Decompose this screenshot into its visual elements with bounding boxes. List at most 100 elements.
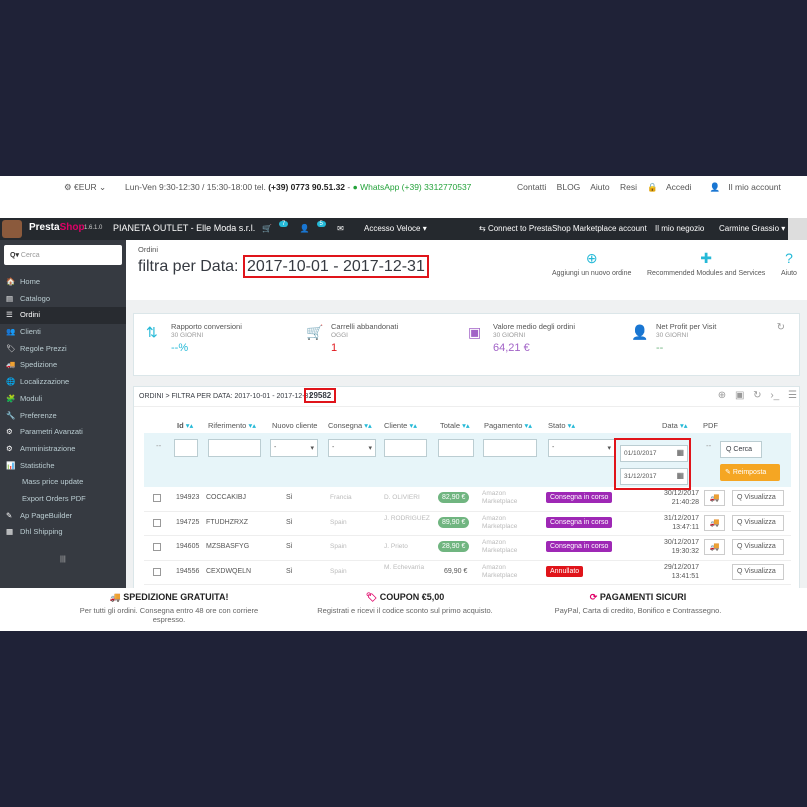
sidebar-collapse-handle[interactable]: ||| xyxy=(60,554,66,563)
sidebar-item-clienti[interactable]: 👥 Clienti xyxy=(0,324,126,341)
col-riferimento[interactable]: Riferimento ▾▴ xyxy=(208,421,256,430)
sidebar-item-ap-pagebuilder[interactable]: ✎ Ap PageBuilder xyxy=(0,508,126,525)
view-button[interactable]: Q Visualizza xyxy=(732,490,784,506)
view-button[interactable]: Q Visualizza xyxy=(732,563,784,580)
table-row[interactable]: 194556 CEXDWQELN Sì Spain M. Echevarria … xyxy=(144,561,791,585)
status-badge: Consegna in corso xyxy=(546,541,613,552)
connect-marketplace-link[interactable]: ⇆ Connect to PrestaShop Marketplace acco… xyxy=(479,224,647,233)
reset-button[interactable]: ✎ Reimposta xyxy=(720,464,780,481)
breadcrumb[interactable]: Ordini xyxy=(138,245,158,254)
sidebar-item-dhl-shipping[interactable]: ▦ Dhl Shipping xyxy=(0,524,126,541)
add-icon[interactable]: ⊕ xyxy=(718,390,726,401)
filter-total-input[interactable] xyxy=(438,439,474,457)
filter-status-select[interactable]: - ▾ xyxy=(548,439,615,457)
link-aiuto[interactable]: Aiuto xyxy=(590,182,609,192)
filter-dash: -- xyxy=(156,441,162,450)
prestashop-logo[interactable]: PrestaShop xyxy=(29,222,85,233)
col-consegna[interactable]: Consegna ▾▴ xyxy=(328,421,372,430)
col-data[interactable]: Data ▾▴ xyxy=(662,421,687,430)
version-label: 1.6.1.0 xyxy=(84,225,103,231)
avatar[interactable] xyxy=(788,218,807,240)
view-button[interactable]: Q Visualizza xyxy=(732,539,784,555)
calendar-icon[interactable]: ▦ xyxy=(676,471,684,480)
sidebar-item-ordini[interactable]: ☰ Ordini xyxy=(0,307,126,325)
sidebar-item-mass-price-update[interactable]: Mass price update xyxy=(0,474,126,491)
currency-selector[interactable]: ⚙ €EUR ⌄ xyxy=(64,182,106,193)
refresh-icon[interactable]: ↻ xyxy=(777,322,785,333)
link-accedi[interactable]: 🔒 Accedi xyxy=(647,182,699,192)
sidebar-item-catalogo[interactable]: ▤ Catalogo xyxy=(0,291,126,308)
money-icon: ▣ xyxy=(468,324,482,340)
user-icon: 👤 xyxy=(709,182,721,192)
filter-customer-input[interactable] xyxy=(384,439,427,457)
truck-icon[interactable]: 🚚 xyxy=(704,514,725,531)
truck-icon[interactable]: 🚚 xyxy=(704,539,725,555)
table-row[interactable]: 194725 FTUDHZRXZ Sì Spain J. RODRIGUEZ 8… xyxy=(144,512,791,536)
help-button[interactable]: ? Aiuto xyxy=(781,250,797,277)
sidebar-search-input[interactable]: Q▾ Cerca xyxy=(4,245,122,265)
database-icon[interactable]: ☰ xyxy=(788,390,797,401)
date-from-input[interactable]: 01/10/2017 ▦ xyxy=(620,445,688,462)
truck-icon: 🚚 xyxy=(109,592,121,602)
quick-access-menu[interactable]: Accesso Veloce ▾ xyxy=(364,224,427,233)
link-blog[interactable]: BLOG xyxy=(557,182,581,192)
sidebar-item-export-orders-pdf[interactable]: Export Orders PDF xyxy=(0,491,126,508)
col-cliente[interactable]: Cliente ▾▴ xyxy=(384,421,417,430)
sidebar-item-regole-prezzi[interactable]: 🏷 Regole Prezzi xyxy=(0,341,126,358)
sidebar-item-statistiche[interactable]: 📊 Statistiche xyxy=(0,458,126,475)
truck-icon[interactable]: 🚚 xyxy=(704,490,725,506)
my-store-link[interactable]: Il mio negozio xyxy=(655,224,704,233)
filter-payment-input[interactable] xyxy=(483,439,537,457)
table-row[interactable]: 194923 COCCAKIBJ Sì Francia D. OLIVIERI … xyxy=(144,487,791,512)
messages-icon[interactable]: ✉ xyxy=(337,224,344,233)
col-stato[interactable]: Stato ▾▴ xyxy=(548,421,575,430)
orders-icon: ☰ xyxy=(6,310,13,320)
filter-id-input[interactable] xyxy=(174,439,198,457)
filter-new-customer-select[interactable]: - ▾ xyxy=(270,439,318,457)
sidebar-item-preferenze[interactable]: 🔧 Preferenze xyxy=(0,408,126,425)
row-checkbox[interactable] xyxy=(153,543,161,551)
site-footer-benefits: 🚚 SPEDIZIONE GRATUITA! Per tutti gli ord… xyxy=(0,588,807,631)
link-contatti[interactable]: Contatti xyxy=(517,182,546,192)
search-button[interactable]: Q Cerca xyxy=(720,441,762,458)
chevron-down-icon: ▾ xyxy=(310,445,314,452)
connect-icon: ⇆ xyxy=(479,224,488,233)
row-checkbox[interactable] xyxy=(153,494,161,502)
calendar-icon[interactable]: ▦ xyxy=(676,448,684,457)
user-menu[interactable]: Carmine Grassio ▾ xyxy=(719,224,785,233)
date-filter-highlight: 01/10/2017 ▦ 31/12/2017 ▦ xyxy=(614,438,691,490)
link-resi[interactable]: Resi xyxy=(620,182,637,192)
export-icon[interactable]: ▣ xyxy=(735,390,744,401)
admin-sidebar: Q▾ Cerca 🏠 Home ▤ Catalogo ☰ Ordini 👥 Client… xyxy=(0,240,126,588)
puzzle-icon: 🧩 xyxy=(6,393,16,403)
col-totale[interactable]: Totale ▾▴ xyxy=(440,421,470,430)
row-checkbox[interactable] xyxy=(153,567,161,576)
sidebar-item-localizzazione[interactable]: 🌐 Localizzazione xyxy=(0,374,126,391)
filter-ref-input[interactable] xyxy=(208,439,261,457)
shop-name[interactable]: PIANETA OUTLET - Elle Moda s.r.l. xyxy=(113,223,255,233)
recommended-modules-button[interactable]: ✚ Recommended Modules and Services xyxy=(647,250,765,277)
row-checkbox[interactable] xyxy=(153,518,161,527)
truck-icon[interactable] xyxy=(704,564,725,580)
cart-icon[interactable]: 🛒 7 xyxy=(262,221,289,233)
table-row[interactable]: 194605 MZSBASFYG Sì Spain J. Prieto 28,9… xyxy=(144,536,791,561)
col-id[interactable]: Id ▾▴ xyxy=(177,421,193,430)
refresh-icon[interactable]: ↻ xyxy=(753,390,761,401)
customers-icon[interactable]: 👤 5 xyxy=(300,221,327,233)
link-account[interactable]: 👤 Il mio account xyxy=(710,182,789,192)
sidebar-item-moduli[interactable]: 🧩 Moduli xyxy=(0,391,126,408)
sidebar-item-home[interactable]: 🏠 Home xyxy=(0,274,126,291)
pencil-icon: ✎ xyxy=(6,510,13,520)
filter-country-select[interactable]: - ▾ xyxy=(328,439,376,457)
search-icon: Q xyxy=(737,543,743,550)
cogs-icon: ⚙ xyxy=(6,427,13,437)
sql-icon[interactable]: ›_ xyxy=(770,390,779,401)
sidebar-item-parametri-avanzati[interactable]: ⚙ Parametri Avanzati xyxy=(0,424,126,441)
sidebar-item-amministrazione[interactable]: ⚙ Amministrazione xyxy=(0,441,126,458)
add-order-button[interactable]: ⊕ Aggiungi un nuovo ordine xyxy=(552,250,631,277)
view-button[interactable]: Q Visualizza xyxy=(732,514,784,531)
col-pagamento[interactable]: Pagamento ▾▴ xyxy=(484,421,532,430)
date-to-input[interactable]: 31/12/2017 ▦ xyxy=(620,468,688,485)
sidebar-item-spedizione[interactable]: 🚚 Spedizione xyxy=(0,357,126,374)
truck-icon: 🚚 xyxy=(6,360,16,370)
